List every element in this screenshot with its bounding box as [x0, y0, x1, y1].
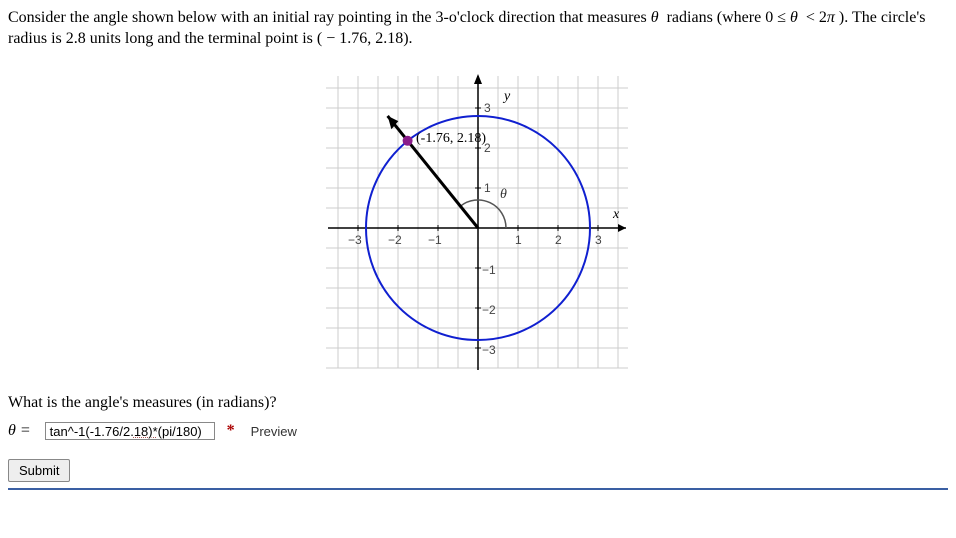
x-axis-label: x — [612, 207, 620, 222]
svg-text:3: 3 — [595, 233, 602, 247]
question-text: What is the angle's measures (in radians… — [8, 394, 948, 412]
problem-line1a: Consider the angle shown below with an i… — [8, 9, 651, 26]
theta-equals-label: θ = — [8, 422, 31, 440]
error-asterisk-icon: * — [227, 422, 235, 440]
svg-text:2: 2 — [555, 233, 562, 247]
submit-button[interactable]: Submit — [8, 459, 70, 482]
y-axis-arrow-icon — [474, 74, 482, 84]
diagram-container: −3 −2 −1 1 2 3 3 2 1 −1 −2 −3 x y θ (-1.… — [8, 58, 948, 378]
svg-text:1: 1 — [515, 233, 522, 247]
theta-label: θ — [500, 187, 507, 202]
svg-text:−3: −3 — [482, 343, 496, 357]
theta-symbol-2: θ — [790, 9, 798, 26]
svg-text:−2: −2 — [482, 303, 496, 317]
answer-value-part1: tan^-1(-1.76/2. — [50, 424, 134, 439]
pi-symbol: π — [827, 9, 835, 26]
answer-input[interactable]: tan^-1(-1.76/2.18)*(pi/180) — [45, 422, 215, 440]
answer-value-underlined: 18)* — [134, 424, 158, 439]
x-axis-arrow-icon — [618, 224, 626, 232]
angle-circle-diagram: −3 −2 −1 1 2 3 3 2 1 −1 −2 −3 x y θ (-1.… — [308, 58, 648, 378]
terminal-point — [403, 135, 413, 145]
svg-text:−3: −3 — [348, 233, 362, 247]
svg-text:3: 3 — [484, 101, 491, 115]
problem-text: Consider the angle shown below with an i… — [8, 8, 948, 50]
y-axis-label: y — [502, 89, 511, 104]
submit-row: Submit — [8, 459, 948, 482]
bottom-border — [8, 488, 948, 490]
theta-symbol: θ — [651, 9, 659, 26]
problem-line1c: < 2 — [802, 9, 827, 26]
svg-text:−1: −1 — [482, 263, 496, 277]
answer-row: θ = tan^-1(-1.76/2.18)*(pi/180) * Previe… — [8, 422, 948, 441]
terminal-point-label: (-1.76, 2.18) — [416, 131, 486, 146]
svg-text:1: 1 — [484, 181, 491, 195]
problem-line1b: radians (where 0 ≤ — [663, 9, 790, 26]
preview-button[interactable]: Preview — [245, 422, 303, 441]
svg-text:−2: −2 — [388, 233, 402, 247]
svg-text:−1: −1 — [428, 233, 442, 247]
answer-value-rest: (pi/180) — [158, 424, 202, 439]
